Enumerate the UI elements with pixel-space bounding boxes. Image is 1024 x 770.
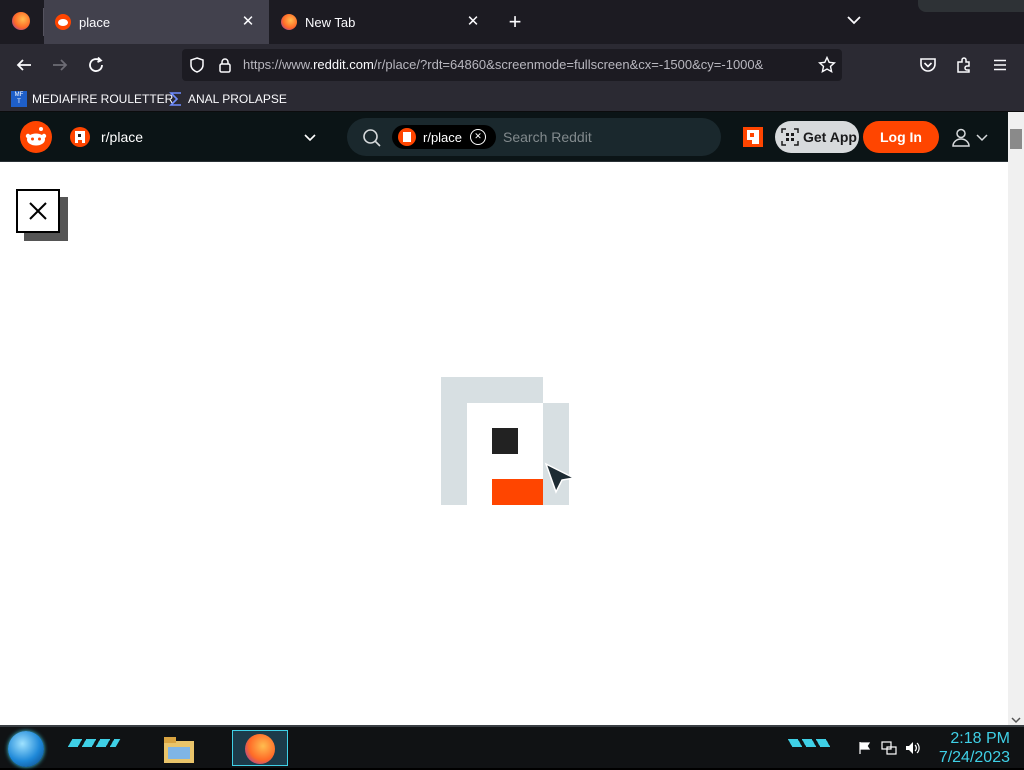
pocket-icon[interactable] — [913, 50, 943, 80]
search-community-chip[interactable]: r/place ✕ — [392, 125, 496, 149]
tab-place[interactable]: place ✕ — [44, 0, 269, 44]
clock-date: 7/24/2023 — [938, 749, 1010, 766]
scrollbar-thumb[interactable] — [1010, 129, 1022, 149]
reddit-favicon-icon — [55, 14, 71, 30]
hamburger-menu-icon[interactable] — [985, 50, 1015, 80]
log-in-label: Log In — [880, 129, 922, 145]
extensions-puzzle-icon[interactable] — [949, 50, 979, 80]
taskbar-decoration-right — [787, 739, 833, 747]
flag-icon[interactable] — [858, 741, 872, 755]
community-name: r/place — [101, 129, 144, 145]
page-scrollbar[interactable] — [1008, 112, 1024, 725]
log-in-button[interactable]: Log In — [863, 121, 939, 153]
scroll-down-arrow-icon[interactable] — [1011, 712, 1021, 724]
reddit-logo-icon[interactable] — [20, 121, 52, 153]
place-app-icon[interactable] — [743, 127, 763, 147]
bookmarks-toolbar: MF T MEDIAFIRE ROULETTER ANAL PROLAPSE — [0, 86, 1024, 112]
list-all-tabs-chevron-icon[interactable] — [844, 10, 864, 30]
clear-chip-icon[interactable]: ✕ — [470, 129, 487, 145]
place-community-icon — [70, 127, 90, 147]
reload-icon[interactable] — [81, 50, 111, 80]
bookmark-mediafire-rouletter[interactable]: MF T MEDIAFIRE ROULETTER — [11, 90, 173, 108]
tab-title: New Tab — [305, 14, 356, 30]
close-tab-icon[interactable]: ✕ — [464, 13, 482, 31]
user-menu[interactable] — [951, 127, 991, 147]
url-text[interactable]: https://www.reddit.com/r/place/?rdt=6486… — [243, 57, 813, 72]
chevron-down-icon — [302, 129, 318, 145]
close-icon — [16, 189, 60, 233]
shield-icon[interactable] — [189, 57, 205, 73]
clock-time: 2:18 PM — [950, 730, 1010, 747]
search-icon — [362, 128, 382, 148]
tab-title: place — [79, 14, 111, 30]
taskbar-decoration-left — [67, 739, 121, 747]
url-prefix: https://www. — [243, 57, 314, 72]
url-domain: reddit.com — [313, 57, 374, 72]
bookmark-anal-prolapse[interactable]: ANAL PROLAPSE — [168, 90, 287, 108]
firefox-taskbar-button[interactable] — [232, 730, 288, 766]
community-switcher[interactable]: r/place — [70, 125, 326, 149]
bookmark-label: MEDIAFIRE ROULETTER — [32, 92, 174, 106]
search-chip-label: r/place — [423, 129, 463, 145]
volume-icon[interactable] — [905, 741, 921, 755]
url-path: /r/place/?rdt=64860&screenmode=fullscree… — [373, 57, 764, 72]
system-clock[interactable]: 2:18 PM 7/24/2023 — [939, 729, 1010, 767]
file-explorer-icon[interactable] — [162, 733, 196, 765]
chevron-down-icon — [975, 130, 989, 144]
sigma-icon — [168, 91, 184, 107]
qr-code-icon — [781, 128, 799, 146]
mediafire-icon: MF T — [11, 91, 27, 107]
network-icon[interactable] — [881, 741, 897, 755]
place-chip-icon — [398, 128, 416, 146]
firefox-icon — [245, 734, 275, 764]
forward-arrow-icon[interactable] — [45, 50, 75, 80]
search-input[interactable]: Search Reddit — [503, 129, 592, 145]
firefox-view-icon[interactable] — [12, 12, 30, 30]
get-app-button[interactable]: Get App — [775, 121, 859, 153]
firefox-favicon-icon — [281, 14, 297, 30]
window-frame-decoration — [918, 0, 1024, 12]
back-arrow-icon[interactable] — [9, 50, 39, 80]
start-orb-icon[interactable] — [8, 731, 44, 767]
search-bar[interactable]: r/place ✕ Search Reddit — [347, 118, 721, 156]
lock-icon[interactable] — [217, 57, 233, 73]
mouse-cursor-icon — [544, 462, 578, 496]
new-tab-plus-icon[interactable]: + — [504, 11, 526, 33]
place-canvas-area[interactable] — [0, 162, 1008, 725]
bookmark-label: ANAL PROLAPSE — [188, 92, 287, 106]
tab-strip: place ✕ New Tab ✕ + — [0, 0, 1024, 44]
user-icon — [951, 127, 971, 147]
tab-new-tab[interactable]: New Tab ✕ — [272, 0, 494, 44]
url-bar[interactable]: https://www.reddit.com/r/place/?rdt=6486… — [182, 49, 842, 81]
close-tab-icon[interactable]: ✕ — [239, 13, 257, 31]
close-fullscreen-button[interactable] — [16, 189, 68, 241]
get-app-label: Get App — [803, 129, 857, 145]
bookmark-star-icon[interactable] — [817, 55, 837, 74]
reddit-header: r/place r/place ✕ Search Reddit Get App … — [0, 112, 1008, 162]
taskbar: 2:18 PM 7/24/2023 — [0, 725, 1024, 768]
navigation-bar: https://www.reddit.com/r/place/?rdt=6486… — [0, 44, 1024, 86]
